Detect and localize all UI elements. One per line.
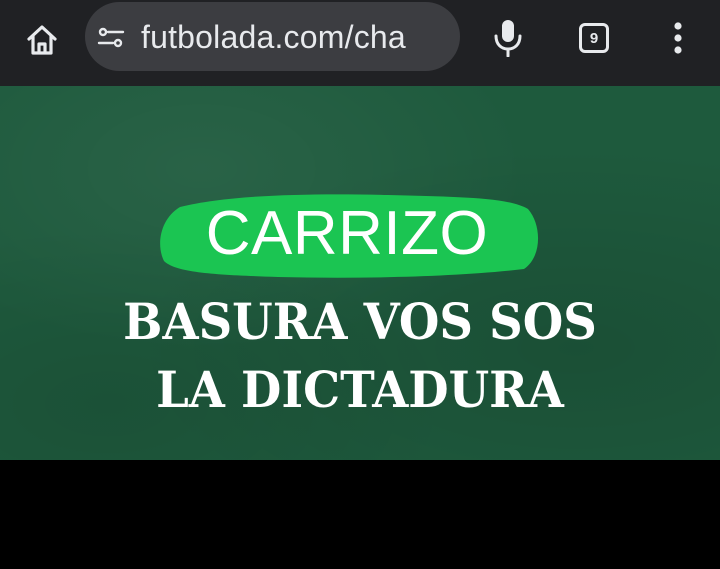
banner-highlighted-name: CARRIZO	[205, 199, 489, 268]
url-text[interactable]: futbolada.com/cha	[141, 17, 406, 57]
more-vert-icon	[674, 22, 682, 54]
home-icon	[27, 25, 57, 55]
more-menu-button[interactable]	[656, 14, 700, 62]
page-content-blank	[0, 460, 720, 569]
voice-search-button[interactable]	[484, 14, 532, 62]
tab-switcher-button[interactable]: 9	[572, 16, 616, 60]
address-bar[interactable]: futbolada.com/cha	[85, 2, 460, 71]
microphone-icon	[494, 20, 522, 57]
tune-icon[interactable]	[97, 24, 125, 52]
browser-toolbar: futbolada.com/cha 9	[0, 0, 720, 86]
banner-headline-line-2: LA DICTADURA	[156, 360, 564, 419]
article-banner-image: CARRIZO BASURA VOS SOS LA DICTADURA	[0, 86, 720, 460]
home-button[interactable]	[18, 16, 66, 64]
tab-count: 9	[589, 29, 599, 47]
banner-headline-line-1: BASURA VOS SOS	[123, 292, 597, 351]
tab-switcher-icon: 9	[579, 23, 609, 53]
